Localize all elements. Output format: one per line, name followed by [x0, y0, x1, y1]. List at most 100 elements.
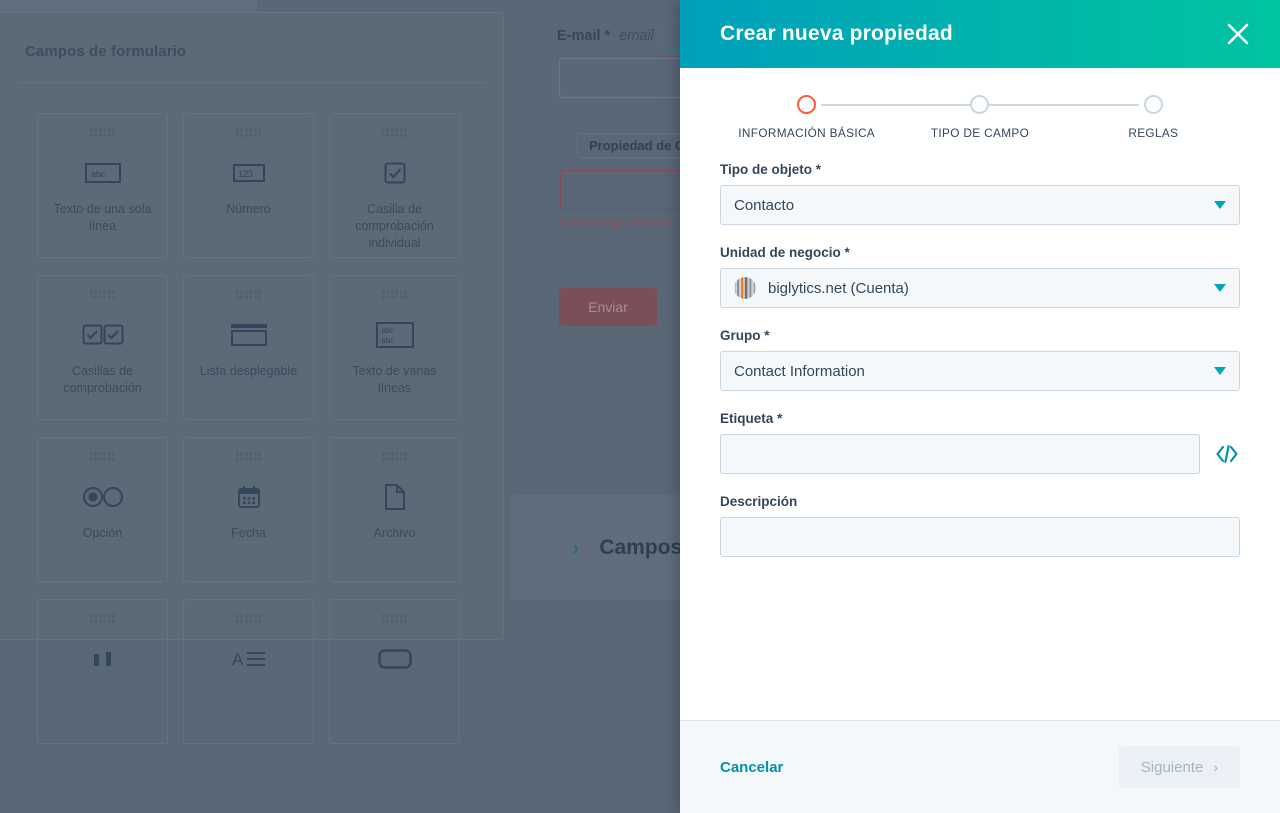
- chevron-right-icon: ›: [572, 534, 580, 560]
- field-card-radio-option[interactable]: Opción: [37, 437, 168, 582]
- preview-error-message: Este campo tiene un: [561, 215, 675, 229]
- next-button-label: Siguiente: [1140, 758, 1204, 776]
- step-label: TIPO DE CAMPO: [930, 126, 1030, 140]
- field-card-label: Casilla de comprobación individual: [355, 202, 434, 250]
- field-card-label: Casillas de comprobación: [63, 364, 142, 395]
- field-card-checkboxes[interactable]: Casillas de comprobación: [37, 275, 168, 420]
- field-card-dropdown[interactable]: Lista desplegable: [183, 275, 314, 420]
- drag-handle-icon[interactable]: [89, 614, 116, 623]
- divider: [18, 82, 486, 83]
- calendar-icon: [237, 475, 261, 519]
- field-card-label: Archivo: [373, 526, 416, 540]
- group-value: Contact Information: [734, 362, 865, 380]
- business-unit-select[interactable]: biglytics.net (Cuenta): [720, 268, 1240, 308]
- create-property-modal: Crear nueva propiedad INFORMACIÓN BÁSICA…: [680, 0, 1280, 813]
- code-brackets-icon[interactable]: [1214, 441, 1240, 467]
- number-box-123-icon: 123: [232, 151, 265, 195]
- chevron-down-icon: [1214, 284, 1226, 292]
- field-card-button[interactable]: [329, 599, 460, 744]
- close-icon[interactable]: [1220, 16, 1256, 52]
- dropdown-icon: [230, 313, 268, 357]
- button-icon: [377, 637, 412, 681]
- descripcion-label: Descripción: [720, 494, 798, 509]
- etiqueta-label: Etiqueta *: [720, 411, 783, 426]
- step-reglas[interactable]: REGLAS: [1067, 92, 1240, 148]
- svg-text:A: A: [232, 650, 244, 669]
- svg-text:abc: abc: [381, 336, 394, 345]
- group-label: Grupo *: [720, 328, 770, 343]
- drag-handle-icon[interactable]: [381, 290, 408, 299]
- field-card-date[interactable]: Fecha: [183, 437, 314, 582]
- object-type-value: Contacto: [734, 196, 795, 214]
- drag-handle-icon[interactable]: [89, 128, 116, 137]
- preview-collapsed-section-label: Campos: [599, 535, 683, 559]
- radio-option-icon: [82, 475, 124, 519]
- etiqueta-row: [720, 434, 1240, 474]
- field-card-label: Texto de una sola línea: [53, 202, 152, 233]
- step-label: REGLAS: [1128, 126, 1179, 140]
- drag-handle-icon[interactable]: [381, 614, 408, 623]
- object-type-label: Tipo de objeto *: [720, 162, 821, 177]
- multiline-text-icon: abc abc: [375, 313, 414, 357]
- drag-handle-icon[interactable]: [89, 290, 116, 299]
- svg-text:123: 123: [238, 169, 253, 179]
- field-card-label: Opción: [82, 526, 123, 540]
- field-card-label: Número: [226, 202, 271, 216]
- drag-handle-icon[interactable]: [235, 290, 262, 299]
- modal-body: Tipo de objeto * Contacto Unidad de nego…: [680, 148, 1280, 720]
- field-card-rich-text[interactable]: A: [183, 599, 314, 744]
- step-dot-icon: [1143, 95, 1163, 114]
- step-informacion-basica[interactable]: INFORMACIÓN BÁSICA: [720, 92, 893, 148]
- etiqueta-input[interactable]: [720, 434, 1200, 474]
- modal-footer: Cancelar Siguiente ›: [680, 720, 1280, 813]
- preview-property-chip[interactable]: Propiedad de C: [577, 133, 697, 158]
- toggle-icon: [90, 637, 116, 681]
- next-button[interactable]: Siguiente ›: [1118, 746, 1240, 788]
- preview-email-label: E-mail *: [557, 28, 611, 44]
- drag-handle-icon[interactable]: [235, 614, 262, 623]
- business-unit-label: Unidad de negocio *: [720, 245, 850, 260]
- step-dot-icon: [970, 95, 990, 114]
- rich-text-icon: A: [232, 637, 266, 681]
- step-label: INFORMACIÓN BÁSICA: [738, 126, 876, 140]
- field-card-single-line-text[interactable]: abc Texto de una sola línea: [37, 113, 168, 258]
- step-tipo-de-campo[interactable]: TIPO DE CAMPO: [893, 92, 1066, 148]
- preview-submit-button[interactable]: Enviar: [559, 288, 657, 326]
- modal-header: Crear nueva propiedad: [680, 0, 1280, 68]
- biglytics-avatar: [734, 277, 756, 299]
- business-unit-value: biglytics.net (Cuenta): [768, 279, 909, 297]
- multi-checkbox-icon: [82, 313, 124, 357]
- field-card-multiline-text[interactable]: abc abc Texto de varias líneas: [329, 275, 460, 420]
- chevron-down-icon: [1214, 367, 1226, 375]
- chevron-down-icon: [1214, 201, 1226, 209]
- drag-handle-icon[interactable]: [235, 128, 262, 137]
- step-dot-icon: [797, 95, 817, 114]
- field-card-label: Fecha: [231, 526, 266, 540]
- modal-title: Crear nueva propiedad: [720, 22, 953, 45]
- drag-handle-icon[interactable]: [381, 452, 408, 461]
- group-select[interactable]: Contact Information: [720, 351, 1240, 391]
- field-card-number[interactable]: 123 Número: [183, 113, 314, 258]
- field-card-label: Texto de varias líneas: [352, 364, 437, 395]
- form-fields-panel: Campos de formulario abc Texto de una so…: [0, 12, 504, 744]
- field-card-single-checkbox[interactable]: Casilla de comprobación individual: [329, 113, 460, 258]
- chevron-right-icon: ›: [1213, 759, 1218, 775]
- field-card-label: Lista desplegable: [199, 364, 298, 378]
- form-field-card-grid: abc Texto de una sola línea 123 Número C…: [37, 113, 460, 744]
- svg-text:abc: abc: [381, 326, 394, 335]
- drag-handle-icon[interactable]: [235, 452, 262, 461]
- field-card-toggle[interactable]: [37, 599, 168, 744]
- drag-handle-icon[interactable]: [381, 128, 408, 137]
- text-box-abc-icon: abc: [84, 151, 121, 195]
- preview-email-value: email: [619, 28, 654, 44]
- drag-handle-icon[interactable]: [89, 452, 116, 461]
- file-icon: [384, 475, 406, 519]
- field-card-file[interactable]: Archivo: [329, 437, 460, 582]
- cancel-button[interactable]: Cancelar: [720, 759, 783, 776]
- descripcion-textarea[interactable]: [720, 517, 1240, 557]
- single-checkbox-icon: [384, 151, 406, 195]
- object-type-select[interactable]: Contacto: [720, 185, 1240, 225]
- wizard-stepper: INFORMACIÓN BÁSICA TIPO DE CAMPO REGLAS: [720, 92, 1240, 148]
- svg-text:abc: abc: [91, 169, 106, 179]
- form-fields-panel-title: Campos de formulario: [25, 43, 187, 60]
